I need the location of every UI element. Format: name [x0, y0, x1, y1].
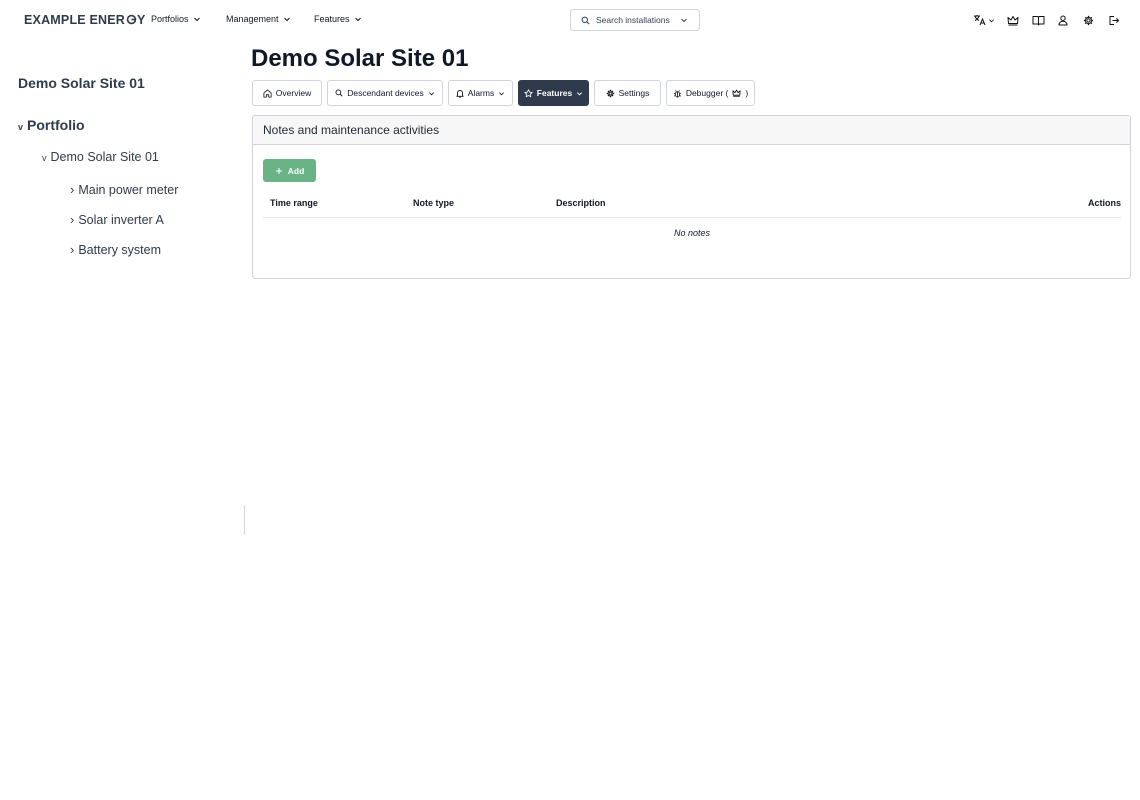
- translate-icon: [974, 15, 986, 26]
- bell-icon: [456, 89, 464, 98]
- nav-menu-label: Features: [314, 14, 350, 24]
- chevron-down-icon: [283, 17, 290, 22]
- nav-menu-management[interactable]: Management: [226, 14, 291, 24]
- nav-menu-label: Management: [226, 14, 279, 24]
- page-title: Demo Solar Site 01: [251, 45, 469, 72]
- brand-name-prefix: EXAMPLE ENER: [24, 13, 126, 27]
- add-note-button[interactable]: Add: [263, 159, 316, 182]
- nav-menu-portfolios[interactable]: Portfolios: [151, 14, 201, 24]
- tab-settings[interactable]: Settings: [594, 80, 661, 106]
- add-button-label: Add: [287, 165, 305, 176]
- tab-label-end: ): [745, 88, 749, 98]
- column-header-actions: Actions: [1087, 198, 1121, 208]
- search-icon: [335, 89, 343, 97]
- notes-panel-title: Notes and maintenance activities: [253, 116, 1130, 145]
- nav-menu-features[interactable]: Features: [314, 14, 362, 24]
- tree-toggle[interactable]: v: [18, 122, 23, 132]
- search-placeholder: Search installations: [596, 15, 670, 25]
- star-icon: [524, 88, 533, 97]
- chevron-down-icon: [499, 91, 505, 95]
- notes-panel: Notes and maintenance activities Add Tim…: [252, 115, 1131, 279]
- column-header-time-range[interactable]: Time range: [270, 198, 318, 208]
- chevron-down-icon: [428, 91, 434, 95]
- bug-icon: [673, 89, 681, 98]
- search-installations-select[interactable]: Search installations: [570, 9, 700, 31]
- tree-node-label: Portfolio: [27, 117, 85, 133]
- top-icon-bar: [973, 13, 1120, 27]
- tree-node-label: Main power meter: [78, 183, 179, 197]
- crown-icon: [732, 89, 741, 97]
- tab-label: Debugger (: [685, 88, 729, 98]
- tab-descendant-devices[interactable]: Descendant devices: [327, 80, 443, 106]
- chevron-down-icon: [577, 91, 583, 95]
- column-header-description[interactable]: Description: [556, 198, 606, 208]
- logout-button[interactable]: [1106, 13, 1120, 27]
- tab-overview[interactable]: Overview: [252, 80, 322, 106]
- tree-node-label: Battery system: [78, 243, 162, 257]
- book-icon: [1032, 15, 1044, 25]
- tab-label: Features: [536, 88, 573, 98]
- plus-icon: [275, 167, 282, 174]
- search-icon: [581, 16, 590, 24]
- settings-button[interactable]: [1081, 13, 1095, 27]
- sidebar-resize-handle[interactable]: [244, 505, 248, 535]
- tree-node-device[interactable]: › Solar inverter A: [70, 212, 164, 227]
- crown-icon: [1007, 15, 1019, 25]
- profile-button[interactable]: [1056, 13, 1070, 27]
- language-selector[interactable]: [973, 13, 995, 27]
- tab-debugger[interactable]: Debugger (): [666, 80, 755, 106]
- tree-node-label: Solar inverter A: [78, 213, 164, 227]
- tab-label: Descendant devices: [347, 88, 424, 98]
- user-icon: [1058, 15, 1068, 25]
- tree-toggle[interactable]: ›: [70, 242, 74, 257]
- brand-logo[interactable]: EXAMPLE ENER Y: [24, 13, 146, 27]
- gear-icon: [1083, 15, 1093, 25]
- tree-toggle[interactable]: ›: [70, 212, 74, 227]
- brand-name-suffix: Y: [137, 13, 146, 27]
- tree-node-label: Demo Solar Site 01: [50, 150, 159, 164]
- tree-node-device[interactable]: › Main power meter: [70, 182, 178, 197]
- gear-icon: [606, 89, 614, 97]
- tree-node-site[interactable]: v Demo Solar Site 01: [42, 150, 159, 164]
- documentation-button[interactable]: [1031, 13, 1045, 27]
- nav-menu-label: Portfolios: [151, 14, 189, 24]
- tree-toggle[interactable]: v: [42, 153, 47, 163]
- sidebar-title: Demo Solar Site 01: [18, 75, 145, 91]
- chevron-down-icon: [193, 17, 200, 22]
- column-header-note-type[interactable]: Note type: [413, 198, 454, 208]
- sidebar: Demo Solar Site 01 v Portfolio v Demo So…: [0, 40, 240, 800]
- tree-node-portfolio[interactable]: v Portfolio: [18, 117, 85, 133]
- tree-toggle[interactable]: ›: [70, 182, 74, 197]
- empty-notes-message: No notes: [673, 228, 711, 238]
- tab-label: Settings: [618, 88, 650, 98]
- chevron-down-icon: [680, 18, 687, 23]
- chevron-down-icon: [354, 17, 361, 22]
- gear-logo-icon: [126, 14, 136, 25]
- tree-node-device[interactable]: › Battery system: [70, 242, 161, 257]
- notes-table-header: Time range Note type Description Actions: [263, 188, 1121, 218]
- top-navbar: EXAMPLE ENER Y Portfolios Management Feat…: [0, 0, 1140, 40]
- tab-alarms[interactable]: Alarms: [448, 80, 513, 106]
- tab-label: Alarms: [467, 88, 495, 98]
- chevron-down-icon: [989, 18, 994, 22]
- home-icon: [263, 88, 272, 98]
- tab-features[interactable]: Features: [518, 80, 589, 106]
- tab-label: Overview: [275, 88, 312, 98]
- logout-icon: [1109, 15, 1119, 25]
- crown-button[interactable]: [1006, 13, 1020, 27]
